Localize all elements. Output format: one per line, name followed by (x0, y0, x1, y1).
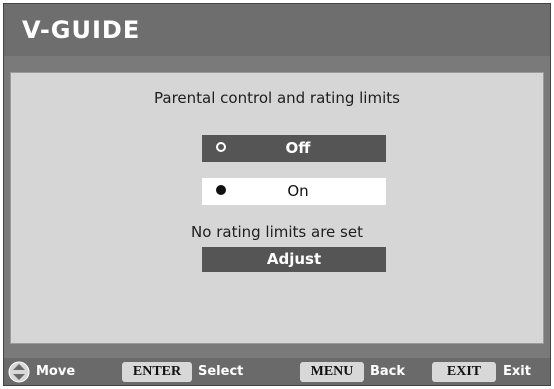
move-label: Move (36, 364, 76, 379)
up-down-arrows-icon (8, 361, 30, 383)
title-bar: V-GUIDE (4, 4, 550, 56)
exit-label: Exit (503, 364, 531, 379)
rating-status: No rating limits are set (191, 223, 363, 241)
option-on[interactable]: On (202, 178, 386, 205)
footer-bar: Move ENTER Select MENU Back EXIT Exit (4, 358, 550, 385)
option-off-label: Off (285, 139, 311, 157)
adjust-button[interactable]: Adjust (202, 247, 386, 272)
exit-key[interactable]: EXIT (432, 362, 496, 382)
menu-key[interactable]: MENU (300, 362, 364, 382)
back-label: Back (370, 364, 406, 379)
select-label: Select (198, 364, 244, 379)
enter-key[interactable]: ENTER (122, 362, 192, 382)
option-on-label: On (287, 182, 309, 200)
settings-panel: Parental control and rating limits Off O… (10, 72, 544, 344)
section-heading: Parental control and rating limits (154, 89, 400, 107)
tv-screen: V-GUIDE Parental control and rating limi… (3, 3, 551, 386)
window-title: V-GUIDE (22, 16, 141, 44)
option-off[interactable]: Off (202, 135, 386, 162)
